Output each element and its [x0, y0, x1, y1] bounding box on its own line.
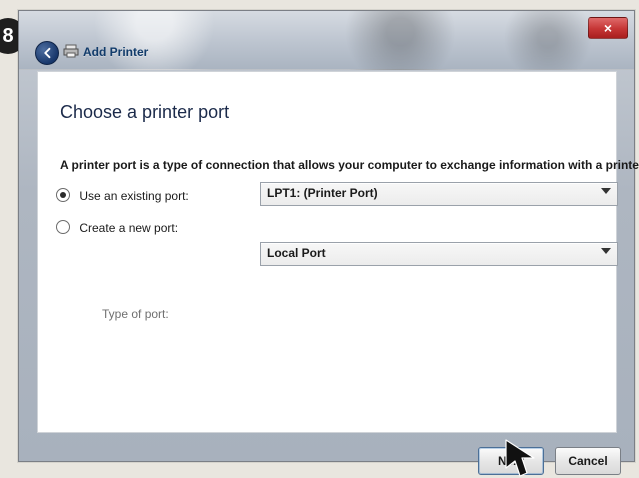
radio-row-new[interactable]: Create a new port: — [56, 220, 178, 235]
existing-port-value: LPT1: (Printer Port) — [267, 186, 378, 200]
type-of-port-value: Local Port — [267, 246, 326, 260]
main-content: Choose a printer port A printer port is … — [37, 71, 639, 433]
type-of-port-dropdown[interactable]: Local Port — [260, 242, 618, 266]
cancel-button[interactable]: Cancel — [555, 447, 621, 475]
step-number-text: 8 — [2, 24, 14, 47]
radio-row-existing[interactable]: Use an existing port: — [56, 188, 189, 203]
description-text: A printer port is a type of connection t… — [60, 158, 639, 172]
radio-new-port[interactable] — [56, 220, 70, 234]
close-button[interactable]: × — [588, 17, 628, 39]
back-button[interactable] — [35, 41, 59, 65]
existing-port-dropdown[interactable]: LPT1: (Printer Port) — [260, 182, 618, 206]
type-of-port-label: Type of port: — [102, 307, 169, 321]
back-arrow-icon — [44, 47, 51, 59]
radio-new-label: Create a new port: — [79, 221, 179, 235]
radio-existing-label: Use an existing port: — [79, 189, 189, 203]
radio-existing-port[interactable] — [56, 188, 70, 202]
add-printer-window: Add Printer × Choose a printer port A pr… — [18, 10, 639, 475]
chevron-down-icon — [601, 188, 611, 194]
title-bar: Add Printer × — [19, 11, 634, 70]
page-title: Choose a printer port — [60, 102, 230, 122]
chevron-down-icon — [601, 248, 611, 254]
window-title: Add Printer — [83, 45, 149, 59]
printer-icon — [63, 44, 79, 58]
next-button[interactable]: Next — [478, 447, 544, 475]
